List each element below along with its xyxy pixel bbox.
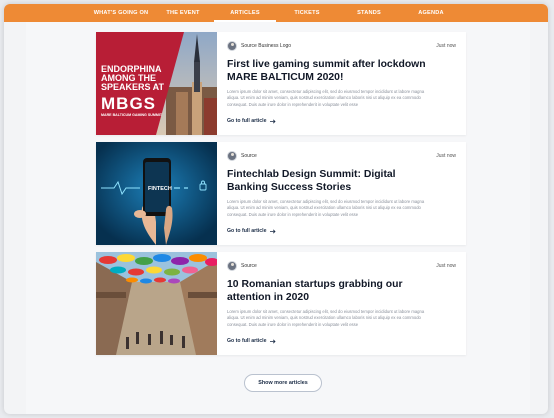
avatar <box>227 261 237 271</box>
article-excerpt: Lorem ipsum dolor sit amet, consectetur … <box>227 199 425 217</box>
article-card[interactable]: Source Just now 10 Romanian startups gra… <box>96 252 466 355</box>
top-navigation: WHAT'S GOING ON THE EVENT ARTICLES TICKE… <box>4 4 548 22</box>
go-to-full-article-link[interactable]: Go to full article <box>227 228 276 234</box>
nav-item-the-event[interactable]: THE EVENT <box>152 4 214 22</box>
image-headline-line-3: SPEAKERS AT <box>101 82 165 92</box>
article-source: Source Business Logo <box>241 43 292 49</box>
link-label: Go to full article <box>227 228 267 234</box>
article-time: Just now <box>436 153 456 159</box>
article-time: Just now <box>436 263 456 269</box>
article-content: Source Business Logo Just now First live… <box>217 32 466 135</box>
nav-item-articles[interactable]: ARTICLES <box>214 4 276 22</box>
article-image-umbrellas[interactable] <box>96 252 217 355</box>
articles-list: ENDORPHINA AMONG THE SPEAKERS AT MBGS MA… <box>26 22 530 414</box>
article-image-endorphina[interactable]: ENDORPHINA AMONG THE SPEAKERS AT MBGS MA… <box>96 32 217 135</box>
article-title[interactable]: First live gaming summit after lockdown … <box>227 59 437 84</box>
article-content: Source Just now Fintechlab Design Summit… <box>217 142 466 245</box>
endorphina-image: ENDORPHINA AMONG THE SPEAKERS AT MBGS MA… <box>96 32 217 135</box>
article-source: Source <box>241 153 257 159</box>
arrow-right-icon <box>269 229 276 233</box>
link-label: Go to full article <box>227 118 267 124</box>
fintech-image: FINTECH <box>96 142 217 245</box>
article-excerpt: Lorem ipsum dolor sit amet, consectetur … <box>227 309 425 327</box>
link-label: Go to full article <box>227 338 267 344</box>
mbgs-logo-subtitle: MARE BALTICUM GAMING SUMMIT <box>101 113 163 117</box>
article-content: Source Just now 10 Romanian startups gra… <box>217 252 466 355</box>
avatar <box>227 41 237 51</box>
umbrella-street-image <box>96 252 217 355</box>
arrow-right-icon <box>269 119 276 123</box>
article-excerpt: Lorem ipsum dolor sit amet, consectetur … <box>227 89 425 107</box>
phone-screen-text: FINTECH <box>148 186 172 192</box>
article-card[interactable]: FINTECH Source Just now Fintechlab Desig… <box>96 142 466 245</box>
show-more-articles-button[interactable]: Show more articles <box>244 374 322 392</box>
article-meta: Source Business Logo Just now <box>227 40 456 52</box>
article-title[interactable]: Fintechlab Design Summit: Digital Bankin… <box>227 169 437 194</box>
go-to-full-article-link[interactable]: Go to full article <box>227 118 276 124</box>
article-image-fintech[interactable]: FINTECH <box>96 142 217 245</box>
avatar <box>227 151 237 161</box>
article-title[interactable]: 10 Romanian startups grabbing our attent… <box>227 279 437 304</box>
nav-item-agenda[interactable]: AGENDA <box>400 4 462 22</box>
article-meta: Source Just now <box>227 260 456 272</box>
go-to-full-article-link[interactable]: Go to full article <box>227 338 276 344</box>
article-time: Just now <box>436 43 456 49</box>
article-card[interactable]: ENDORPHINA AMONG THE SPEAKERS AT MBGS MA… <box>96 32 466 135</box>
browser-frame: WHAT'S GOING ON THE EVENT ARTICLES TICKE… <box>4 4 548 414</box>
nav-item-whats-going-on[interactable]: WHAT'S GOING ON <box>90 4 152 22</box>
article-meta: Source Just now <box>227 150 456 162</box>
article-source: Source <box>241 263 257 269</box>
arrow-right-icon <box>269 339 276 343</box>
nav-item-stands[interactable]: STANDS <box>338 4 400 22</box>
mbgs-logo-text: MBGS <box>101 94 156 113</box>
nav-item-tickets[interactable]: TICKETS <box>276 4 338 22</box>
